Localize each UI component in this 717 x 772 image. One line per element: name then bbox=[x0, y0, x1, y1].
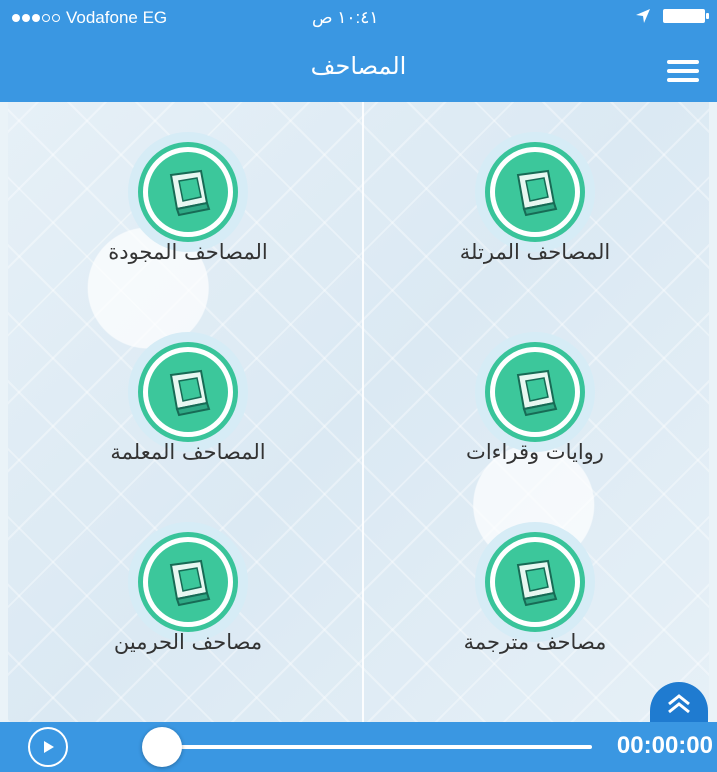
signal-strength-icon bbox=[12, 14, 60, 22]
tile-label: المصاحف المجودة bbox=[108, 240, 268, 264]
page-title: المصاحف bbox=[310, 52, 407, 80]
top-bar: Vodafone EG ١٠:٤١ ص المصاحف bbox=[0, 0, 717, 102]
mushaf-book-icon bbox=[169, 559, 211, 607]
mushaf-book-icon bbox=[169, 169, 211, 217]
tile-label: مصاحف الحرمين bbox=[113, 630, 263, 654]
play-button[interactable] bbox=[28, 727, 68, 767]
tile-haramain[interactable]: مصاحف الحرمين bbox=[18, 502, 358, 702]
mushaf-book-icon bbox=[516, 369, 558, 417]
elapsed-time: 00:00:00 bbox=[616, 732, 713, 759]
mushaf-book-icon bbox=[169, 369, 211, 417]
hamburger-icon bbox=[667, 60, 699, 64]
double-chevron-up-icon bbox=[668, 694, 690, 714]
progress-track[interactable] bbox=[160, 745, 592, 749]
battery-icon bbox=[663, 9, 709, 23]
progress-slider-knob[interactable] bbox=[142, 727, 182, 767]
carrier-info: Vodafone EG bbox=[12, 8, 167, 28]
tile-mujawwad[interactable]: المصاحف المجودة bbox=[18, 112, 358, 312]
carrier-name: Vodafone EG bbox=[66, 8, 168, 27]
tile-muallam[interactable]: المصاحف المعلمة bbox=[18, 312, 358, 512]
mushaf-book-icon bbox=[516, 169, 558, 217]
menu-button[interactable] bbox=[667, 60, 699, 84]
tile-mutarjama[interactable]: مصاحف مترجمة bbox=[365, 502, 705, 702]
status-right bbox=[635, 8, 709, 24]
play-icon bbox=[44, 741, 54, 753]
tile-label: المصاحف المرتلة bbox=[459, 240, 611, 264]
mushaf-book-icon bbox=[516, 559, 558, 607]
column-divider bbox=[362, 102, 364, 722]
location-arrow-icon bbox=[636, 9, 650, 23]
tile-label: المصاحف المعلمة bbox=[110, 440, 266, 464]
tile-murattal[interactable]: المصاحف المرتلة bbox=[365, 112, 705, 312]
mushaf-grid: المصاحف المرتلة المصاحف المجودة روايات و… bbox=[8, 102, 709, 722]
tile-label: روايات وقراءات bbox=[466, 440, 604, 464]
tile-riwayat[interactable]: روايات وقراءات bbox=[365, 312, 705, 512]
audio-player: 00:00:00 bbox=[0, 722, 717, 772]
status-bar: Vodafone EG ١٠:٤١ ص bbox=[0, 0, 717, 40]
tile-label: مصاحف مترجمة bbox=[463, 630, 607, 654]
status-time: ١٠:٤١ ص bbox=[312, 8, 379, 27]
